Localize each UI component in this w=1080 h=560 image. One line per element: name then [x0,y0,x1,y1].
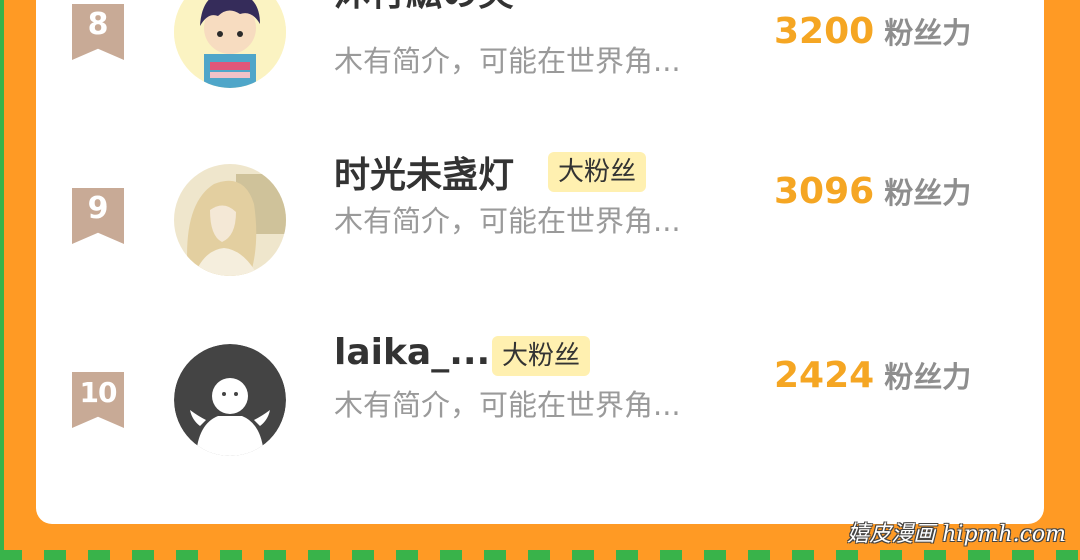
score-value-9: 3096 [774,171,875,212]
rank-ribbon-9: 9 [72,188,124,244]
avatar-10[interactable] [174,344,286,456]
bottom-stripe-border [0,550,1080,560]
score-value-10: 2424 [774,355,875,396]
user-name-9[interactable]: 时光未盏灯 [334,146,514,198]
fan-ranking-card: 8 沐行紘の笑 木有简介，可能在世界角... 3200 粉丝力 9 [36,0,1044,524]
left-edge-strip [0,0,4,560]
cartoon-boy-avatar-icon [174,0,286,88]
user-bio-9: 木有简介，可能在世界角... [334,204,681,238]
score-value-8: 3200 [774,11,875,52]
anime-girl-avatar-icon [174,164,286,276]
fan-score-10: 2424 粉丝力 [774,354,971,396]
site-watermark: 嬉皮漫画 hipmh.com [847,522,1066,547]
fan-badge-9: 大粉丝 [548,152,647,192]
ranking-row-8[interactable]: 8 沐行紘の笑 木有简介，可能在世界角... 3200 粉丝力 [36,0,1044,136]
user-bio-8: 木有简介，可能在世界角... [334,44,681,78]
fan-badge-10: 大粉丝 [492,336,591,376]
avatar-9[interactable] [174,164,286,276]
score-unit-label-10: 粉丝力 [884,360,972,394]
default-user-avatar-icon [174,344,286,456]
fan-score-8: 3200 粉丝力 [774,10,971,52]
user-name-10[interactable]: laika_... [334,332,490,373]
rank-ribbon-8: 8 [72,4,124,60]
score-unit-label-9: 粉丝力 [884,176,972,210]
user-name-8[interactable]: 沐行紘の笑 [334,0,514,16]
ranking-row-9[interactable]: 9 时光未盏灯 大粉丝 木有简介，可能在世界角... 3096 粉丝力 [36,152,1044,320]
ranking-row-10[interactable]: 10 laika_... 大粉丝 木有简介，可能在世界角... 2424 粉丝力 [36,332,1044,504]
rank-ribbon-10: 10 [72,372,124,428]
avatar-8[interactable] [174,0,286,88]
user-bio-10: 木有简介，可能在世界角... [334,388,681,422]
score-unit-label-8: 粉丝力 [884,16,972,50]
fan-score-9: 3096 粉丝力 [774,170,971,212]
